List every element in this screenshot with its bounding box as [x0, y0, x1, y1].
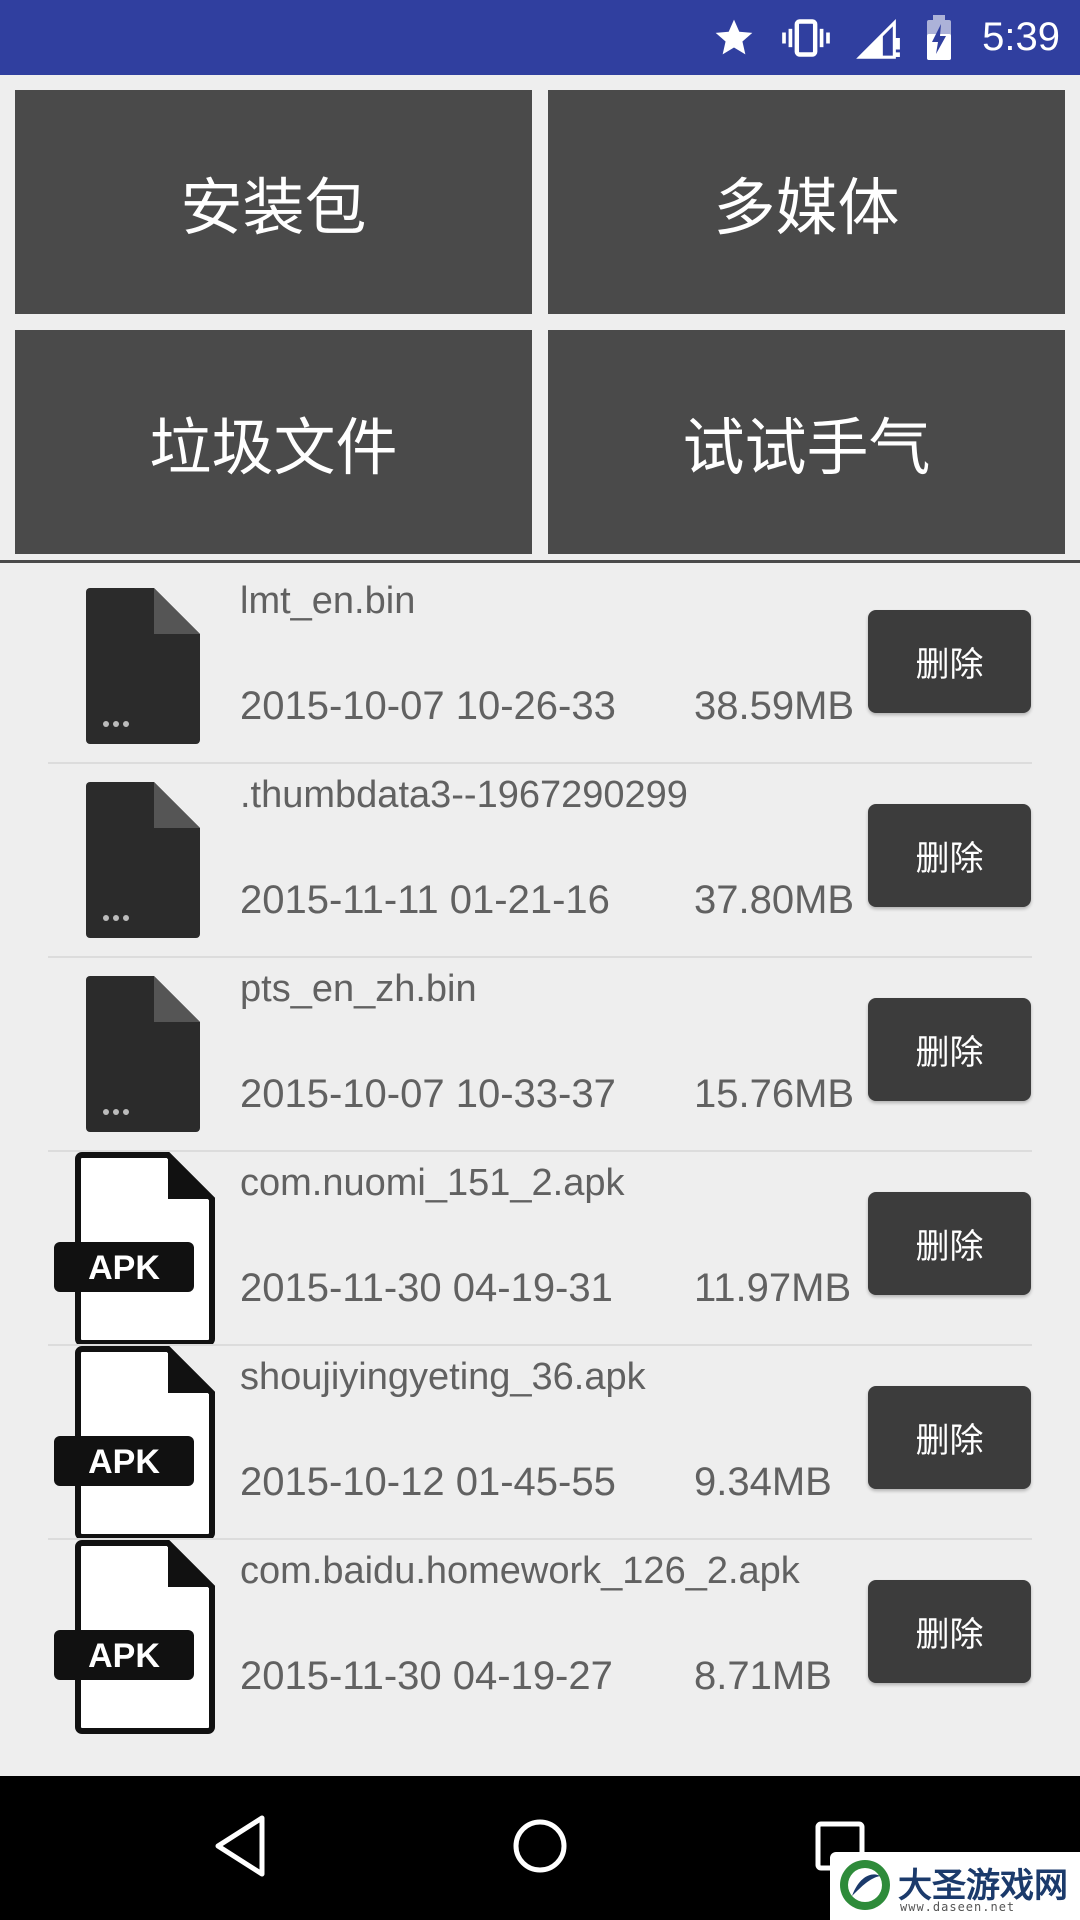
- list-item[interactable]: pts_en_zh.bin 2015-10-07 10-33-37 15.76M…: [0, 958, 1080, 1152]
- file-size: 9.34MB: [694, 1460, 832, 1504]
- apk-icon: APK: [50, 1346, 226, 1544]
- file-icon: [86, 782, 202, 942]
- back-icon: [210, 1814, 270, 1882]
- delete-button[interactable]: 删除: [868, 1192, 1031, 1295]
- category-button-try-luck[interactable]: 试试手气: [548, 330, 1065, 554]
- section-divider: [0, 560, 1080, 563]
- file-size: 11.97MB: [694, 1266, 852, 1310]
- list-item[interactable]: lmt_en.bin 2015-10-07 10-26-33 38.59MB 删…: [0, 570, 1080, 764]
- delete-button[interactable]: 删除: [868, 998, 1031, 1101]
- back-button[interactable]: [170, 1776, 310, 1920]
- watermark-logo: 大圣游戏网 www.daseen.net: [830, 1852, 1080, 1920]
- file-icon: [86, 588, 202, 748]
- category-button-media[interactable]: 多媒体: [548, 90, 1065, 314]
- file-name: lmt_en.bin: [240, 580, 416, 622]
- file-name: com.baidu.homework_126_2.apk: [240, 1550, 800, 1592]
- watermark-url: www.daseen.net: [900, 1900, 1016, 1914]
- apk-badge-text: APK: [88, 1249, 160, 1287]
- file-size: 8.71MB: [694, 1654, 832, 1698]
- file-icon: [86, 976, 202, 1136]
- category-button-installers[interactable]: 安装包: [15, 90, 532, 314]
- file-name: pts_en_zh.bin: [240, 968, 477, 1010]
- file-name: shoujiyingyeting_36.apk: [240, 1356, 646, 1398]
- file-name: com.nuomi_151_2.apk: [240, 1162, 625, 1204]
- file-date: 2015-10-12 01-45-55: [240, 1460, 616, 1504]
- list-item[interactable]: APK shoujiyingyeting_36.apk 2015-10-12 0…: [0, 1346, 1080, 1540]
- watermark-emblem-icon: [836, 1856, 894, 1918]
- battery-charging-icon: [924, 14, 954, 62]
- star-icon: [712, 16, 756, 60]
- signal-icon: [856, 15, 902, 61]
- apk-icon: APK: [50, 1152, 226, 1350]
- list-item[interactable]: APK com.baidu.homework_126_2.apk 2015-11…: [0, 1540, 1080, 1734]
- category-button-junk-files[interactable]: 垃圾文件: [15, 330, 532, 554]
- delete-button[interactable]: 删除: [868, 804, 1031, 907]
- delete-button[interactable]: 删除: [868, 1580, 1031, 1683]
- apk-icon: APK: [50, 1540, 226, 1738]
- file-size: 15.76MB: [694, 1072, 855, 1116]
- list-item[interactable]: APK com.nuomi_151_2.apk 2015-11-30 04-19…: [0, 1152, 1080, 1346]
- file-size: 38.59MB: [694, 684, 855, 728]
- status-icons: 5:39: [712, 0, 1060, 75]
- list-item[interactable]: .thumbdata3--1967290299 2015-11-11 01-21…: [0, 764, 1080, 958]
- apk-badge-text: APK: [88, 1637, 160, 1675]
- home-icon: [508, 1814, 572, 1882]
- file-date: 2015-11-30 04-19-31: [240, 1266, 613, 1310]
- file-date: 2015-10-07 10-33-37: [240, 1072, 616, 1116]
- delete-button[interactable]: 删除: [868, 610, 1031, 713]
- file-size: 37.80MB: [694, 878, 855, 922]
- vibrate-icon: [778, 16, 834, 60]
- status-bar: 5:39: [0, 0, 1080, 75]
- file-date: 2015-11-11 01-21-16: [240, 878, 610, 922]
- file-name: .thumbdata3--1967290299: [240, 774, 688, 816]
- file-date: 2015-11-30 04-19-27: [240, 1654, 613, 1698]
- apk-badge-text: APK: [88, 1443, 160, 1481]
- delete-button[interactable]: 删除: [868, 1386, 1031, 1489]
- file-date: 2015-10-07 10-26-33: [240, 684, 616, 728]
- clock: 5:39: [982, 15, 1060, 59]
- home-button[interactable]: [470, 1776, 610, 1920]
